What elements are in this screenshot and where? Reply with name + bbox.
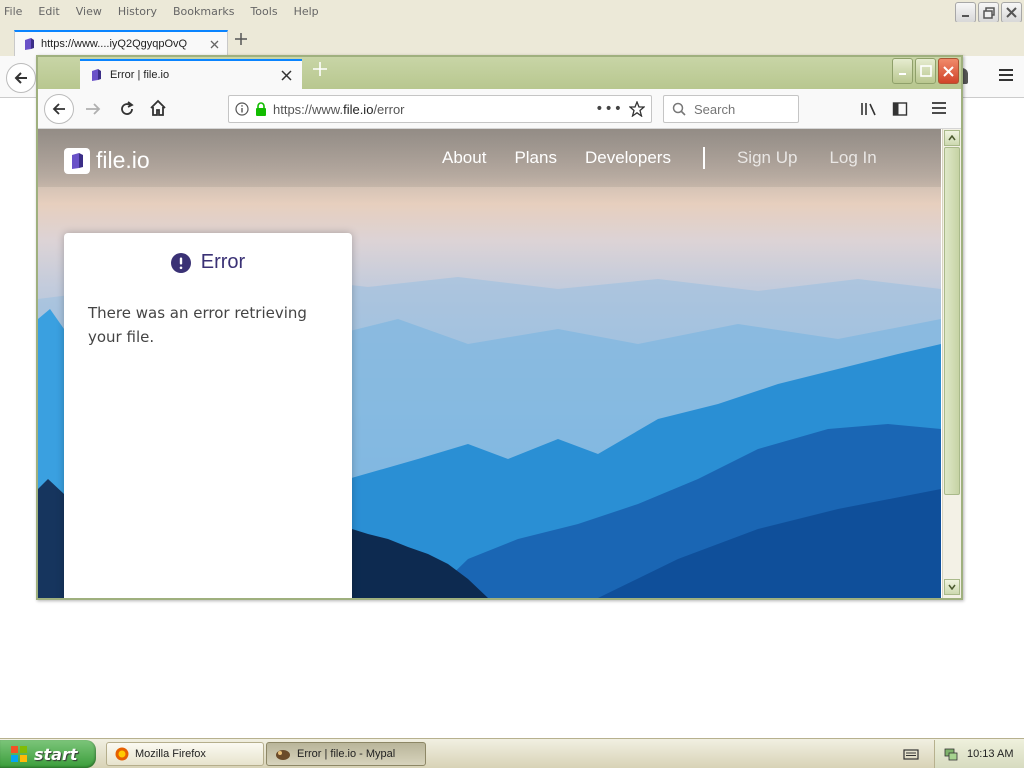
taskbar: start Mozilla Firefox Error | file.io - … — [0, 738, 1024, 768]
url-text[interactable]: https://www.file.io/error — [273, 102, 589, 117]
foreground-browser-window: Error | file.io https://www.file.io/erro… — [36, 55, 963, 600]
chevron-up-icon — [948, 135, 956, 141]
tab-error-fileio[interactable]: Error | file.io — [80, 59, 302, 89]
tab-strip: https://www....iyQ2QgyqpOvQ — [0, 22, 1024, 56]
fileio-logo-icon — [64, 147, 90, 174]
mypal-icon — [276, 750, 290, 760]
menu-bar: File Edit View History Bookmarks Tools H… — [0, 0, 1024, 22]
restore-button[interactable] — [978, 2, 999, 23]
info-icon[interactable] — [235, 102, 249, 116]
system-tray: 10:13 AM — [934, 740, 1024, 768]
arrow-left-icon — [52, 103, 65, 115]
clock[interactable]: 10:13 AM — [967, 748, 1013, 760]
maximize-button[interactable] — [915, 58, 936, 84]
reload-icon[interactable] — [118, 100, 136, 118]
search-input[interactable] — [694, 101, 784, 117]
scrollbar-thumb[interactable] — [944, 147, 960, 495]
title-bar: Error | file.io — [38, 57, 961, 89]
menu-edit[interactable]: Edit — [38, 5, 59, 18]
taskbar-item-firefox[interactable]: Mozilla Firefox — [106, 742, 264, 766]
tab-title: Error | file.io — [110, 69, 170, 81]
scroll-down-button[interactable] — [944, 579, 960, 595]
arrow-left-icon — [14, 72, 27, 84]
taskbar-item-mypal[interactable]: Error | file.io - Mypal — [266, 742, 426, 766]
fileio-favicon-icon — [25, 38, 34, 50]
restore-icon — [982, 6, 995, 19]
taskbar-item-label: Error | file.io - Mypal — [297, 748, 396, 760]
close-icon — [1006, 7, 1017, 18]
address-bar[interactable]: https://www.file.io/error ••• — [228, 95, 652, 123]
vertical-scrollbar[interactable] — [942, 129, 961, 598]
windows-logo-icon — [11, 746, 27, 762]
menu-view[interactable]: View — [76, 5, 102, 18]
menu-help[interactable]: Help — [294, 5, 319, 18]
window-controls — [892, 58, 959, 84]
minimize-button[interactable] — [955, 2, 976, 23]
sidebar-icon[interactable] — [892, 101, 908, 117]
library-icon[interactable] — [860, 101, 878, 117]
page-viewport: file.io About Plans Developers Sign Up L… — [38, 129, 941, 598]
nav-divider — [702, 147, 705, 169]
menu-file[interactable]: File — [4, 5, 22, 18]
window-controls — [955, 2, 1022, 23]
minimize-icon — [898, 73, 906, 75]
start-label: start — [34, 744, 78, 764]
new-tab-icon[interactable] — [312, 61, 328, 77]
minimize-button[interactable] — [892, 58, 913, 84]
minimize-icon — [961, 14, 969, 17]
keyboard-icon[interactable] — [903, 747, 919, 761]
menu-bookmarks[interactable]: Bookmarks — [173, 5, 234, 18]
arrow-right-icon[interactable] — [84, 100, 102, 118]
hamburger-menu-icon[interactable] — [931, 101, 947, 115]
close-button[interactable] — [938, 58, 959, 84]
error-heading: Error — [64, 251, 352, 274]
hamburger-menu-icon[interactable] — [998, 68, 1014, 82]
site-navigation: About Plans Developers Sign Up Log In — [442, 147, 909, 169]
tab-close-icon[interactable] — [210, 40, 219, 49]
chevron-down-icon — [948, 584, 956, 590]
firefox-icon — [115, 747, 129, 761]
maximize-icon — [919, 65, 932, 77]
new-tab-icon[interactable] — [234, 32, 248, 46]
start-button[interactable]: start — [0, 740, 96, 768]
tab-close-icon[interactable] — [281, 69, 292, 81]
home-icon[interactable] — [149, 99, 167, 117]
log-in-link[interactable]: Log In — [829, 148, 876, 168]
search-box[interactable] — [663, 95, 799, 123]
network-icon[interactable] — [943, 746, 959, 762]
back-button[interactable] — [44, 94, 74, 124]
error-message: There was an error retrieving your file. — [88, 304, 307, 346]
logo-text: file.io — [96, 147, 150, 173]
site-logo[interactable]: file.io — [64, 147, 150, 174]
close-button[interactable] — [1001, 2, 1022, 23]
menu-tools[interactable]: Tools — [250, 5, 277, 18]
search-icon — [672, 102, 686, 116]
site-header: file.io About Plans Developers Sign Up L… — [38, 129, 941, 187]
back-button[interactable] — [6, 63, 36, 93]
close-icon — [943, 65, 954, 77]
nav-developers-link[interactable]: Developers — [585, 148, 671, 168]
error-title: Error — [200, 251, 246, 273]
lock-icon[interactable] — [255, 102, 267, 116]
nav-about-link[interactable]: About — [442, 148, 486, 168]
exclamation-icon — [170, 252, 191, 273]
bookmark-star-icon[interactable] — [629, 101, 645, 117]
page-actions-icon[interactable]: ••• — [595, 101, 623, 117]
tab-fileio-download[interactable]: https://www....iyQ2QgyqpOvQ — [14, 30, 228, 56]
menu-history[interactable]: History — [118, 5, 157, 18]
tab-title: https://www....iyQ2QgyqpOvQ — [41, 38, 188, 50]
error-card: Error There was an error retrieving your… — [64, 233, 352, 598]
scroll-up-button[interactable] — [944, 130, 960, 146]
sign-up-link[interactable]: Sign Up — [737, 148, 797, 168]
taskbar-item-label: Mozilla Firefox — [135, 748, 206, 760]
fileio-favicon-icon — [92, 69, 101, 81]
navigation-toolbar: https://www.file.io/error ••• — [38, 89, 961, 129]
nav-plans-link[interactable]: Plans — [514, 148, 557, 168]
